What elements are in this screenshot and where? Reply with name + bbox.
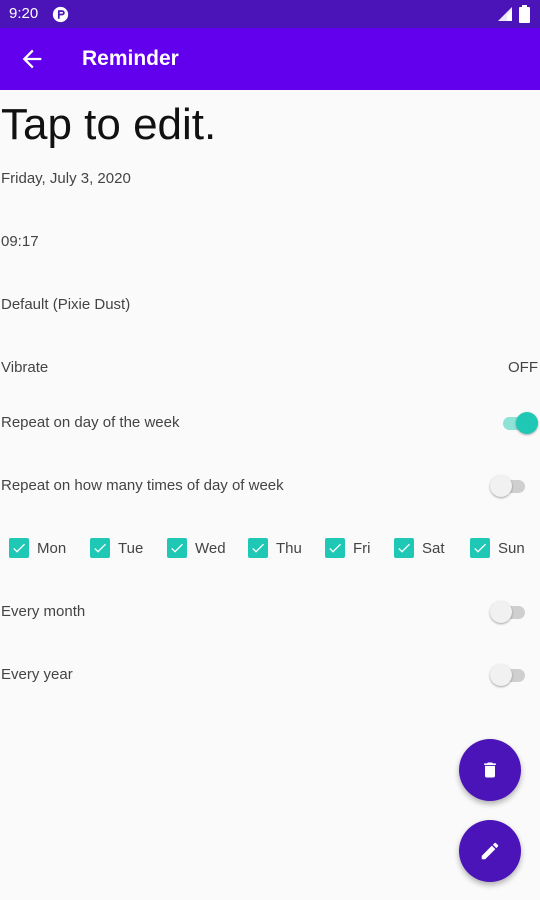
day-checkbox-thu[interactable]: Thu [248,535,302,561]
day-label: Fri [353,539,371,557]
signal-icon [498,7,512,21]
weekday-checkboxes: Mon Tue Wed Thu Fri Sat Sun [0,535,540,563]
switch-thumb [490,475,512,497]
day-checkbox-wed[interactable]: Wed [167,535,226,561]
day-label: Sat [422,539,445,557]
switch-thumb [516,412,538,434]
day-label: Mon [37,539,67,557]
day-label: Tue [118,539,144,557]
day-label: Thu [276,539,302,557]
day-checkbox-fri[interactable]: Fri [325,535,371,561]
checkbox-checked-icon [167,538,187,558]
trash-icon [484,762,496,778]
reminder-title[interactable]: Tap to edit. [1,100,216,150]
checkbox-checked-icon [9,538,29,558]
every-year-label: Every year [1,666,73,683]
repeat-times-day-of-week-label: Repeat on how many times of day of week [1,477,284,494]
repeat-times-day-of-week-switch[interactable] [490,472,528,500]
status-bar: 9:20 [0,0,540,28]
delete-button[interactable] [459,739,521,801]
day-label: Sun [498,539,525,557]
day-checkbox-sat[interactable]: Sat [394,535,445,561]
switch-thumb [490,664,512,686]
repeat-day-of-week-label: Repeat on day of the week [1,414,180,431]
day-checkbox-sun[interactable]: Sun [470,535,525,561]
every-month-switch[interactable] [490,598,528,626]
vibrate-label: Vibrate [1,359,49,376]
day-checkbox-tue[interactable]: Tue [90,535,143,561]
date-field[interactable]: Friday, July 3, 2020 [1,170,131,187]
checkbox-checked-icon [325,538,345,558]
app-title: Reminder [82,47,179,70]
app-notification-icon [52,6,69,23]
checkbox-checked-icon [248,538,268,558]
battery-icon [519,5,530,23]
pencil-icon [481,842,499,860]
every-year-switch[interactable] [490,661,528,689]
app-bar: Reminder [0,28,540,90]
day-checkbox-mon[interactable]: Mon [9,535,66,561]
ringtone-field[interactable]: Default (Pixie Dust) [1,296,130,313]
repeat-day-of-week-switch[interactable] [500,409,538,437]
switch-thumb [490,601,512,623]
time-field[interactable]: 09:17 [1,233,39,250]
every-month-label: Every month [1,603,86,620]
checkbox-checked-icon [90,538,110,558]
checkbox-checked-icon [470,538,490,558]
status-time: 9:20 [9,5,39,22]
status-icons [497,5,530,23]
vibrate-toggle[interactable]: OFF [508,359,538,376]
edit-button[interactable] [459,820,521,882]
back-arrow-icon[interactable] [18,45,46,73]
checkbox-checked-icon [394,538,414,558]
day-label: Wed [195,539,226,557]
